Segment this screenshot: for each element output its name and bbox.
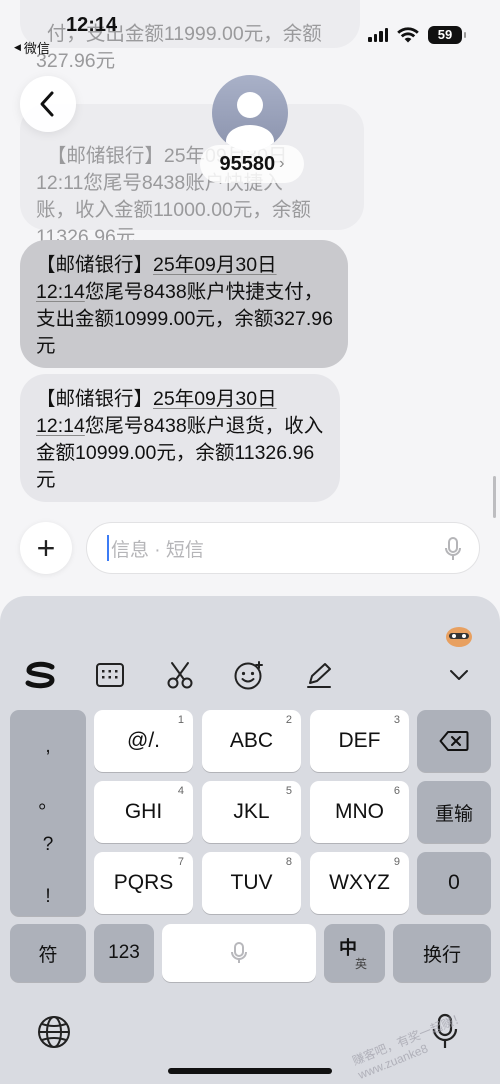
backspace-icon (439, 731, 469, 751)
home-indicator[interactable] (168, 1068, 332, 1074)
keyboard-mascot-icon[interactable] (444, 624, 474, 648)
key-0[interactable]: 0 (417, 852, 491, 914)
key-label: TUV (230, 871, 273, 894)
key-6[interactable]: MNO 6 (310, 781, 409, 843)
key-9[interactable]: WXYZ 9 (310, 852, 409, 914)
chevron-right-icon: › (279, 155, 285, 172)
key-number: 9 (393, 856, 400, 868)
punct-exclaim-key[interactable]: ! (10, 886, 86, 908)
message-input-placeholder: 信息 · 短信 (111, 539, 204, 561)
pen-icon (307, 663, 331, 688)
key-label: JKL (233, 800, 270, 823)
key-8[interactable]: TUV 8 (202, 852, 301, 914)
status-time: 12:14 (66, 14, 118, 36)
message-time-link[interactable]: 12:14 (36, 281, 85, 303)
contact-number: 95580 (219, 152, 276, 175)
scrollbar[interactable] (493, 476, 496, 518)
key-7[interactable]: PQRS 7 (94, 852, 193, 914)
person-icon (226, 92, 274, 151)
dictation-mic-icon[interactable] (445, 536, 461, 562)
cellular-signal-icon (368, 28, 388, 42)
emoji-icon[interactable] (232, 658, 266, 692)
key-number: 6 (393, 785, 400, 797)
bank-name: 【邮储银行】 (36, 254, 154, 276)
chevron-left-icon (40, 91, 54, 117)
key-label: GHI (124, 800, 163, 823)
punctuation-column[interactable]: , 。 ? ! (10, 710, 86, 916)
message-input[interactable]: 信息 · 短信 (86, 522, 480, 574)
bank-name: 【邮储银行】 (36, 388, 154, 410)
message-time-link[interactable]: 12:14 (36, 415, 85, 437)
contact-name-button[interactable]: 95580 › (200, 145, 304, 183)
text-caret (107, 535, 109, 561)
key-label: ABC (229, 729, 274, 752)
sogou-logo-icon[interactable] (24, 658, 58, 692)
back-app-label: 微信 (23, 41, 50, 56)
punct-comma-key[interactable]: , (10, 736, 86, 758)
key-number: 4 (177, 785, 184, 797)
back-to-app[interactable]: ◀ 微信 (14, 38, 50, 57)
plus-icon: + (36, 529, 56, 566)
key-3[interactable]: DEF 3 (310, 710, 409, 772)
scissors-shape (167, 662, 193, 689)
collapse-keyboard-icon[interactable] (442, 658, 476, 692)
key-label: MNO (335, 800, 384, 823)
key-number: 8 (285, 856, 292, 868)
key-number: 5 (285, 785, 292, 797)
back-button[interactable] (20, 76, 76, 132)
symbols-label: 符 (38, 944, 58, 966)
key-2[interactable]: ABC 2 (202, 710, 301, 772)
delete-key[interactable] (417, 710, 491, 772)
scissors-icon[interactable] (163, 658, 197, 692)
lang-sub-label: 英 (355, 957, 368, 971)
key-number: 7 (177, 856, 184, 868)
reenter-label: 重输 (434, 803, 473, 825)
number-switch-key[interactable]: 123 (94, 924, 154, 982)
smiley-face-icon (234, 661, 263, 690)
return-key[interactable]: 换行 (393, 924, 491, 982)
keyboard-layout-icon[interactable] (93, 658, 127, 692)
reenter-key[interactable]: 重输 (417, 781, 491, 843)
wifi-icon (397, 27, 419, 43)
key-label: @/. (127, 729, 160, 752)
punct-question-key[interactable]: ? (10, 834, 86, 856)
back-triangle-icon: ◀ (14, 42, 21, 52)
punct-period-key[interactable]: 。 (10, 787, 86, 814)
message-bubble[interactable]: 【邮储银行】25年09月30日 12:14您尾号8438账户退货，收入金额109… (20, 374, 340, 502)
key-label: 0 (448, 871, 460, 894)
key-4[interactable]: GHI 4 (94, 781, 193, 843)
number-switch-label: 123 (108, 942, 140, 963)
key-label: DEF (338, 729, 381, 752)
space-mic-icon (231, 942, 247, 963)
message-date-link[interactable]: 25年09月30日 (153, 254, 277, 276)
key-number: 1 (177, 714, 184, 726)
message-bubble[interactable]: 【邮储银行】25年09月30日 12:11您尾号8438账户快捷入 账，收入金额… (20, 104, 364, 248)
handwriting-pen-icon[interactable] (302, 658, 336, 692)
keyboard-grid-icon (96, 663, 124, 687)
key-5[interactable]: JKL 5 (202, 781, 301, 843)
add-attachment-button[interactable]: + (20, 522, 72, 574)
globe-shape (38, 1016, 70, 1048)
battery-icon: 59 (428, 26, 466, 44)
globe-icon[interactable] (36, 1014, 72, 1050)
status-icons: 59 (368, 26, 466, 44)
chevron-down-icon (450, 670, 468, 680)
key-number: 3 (393, 714, 400, 726)
space-key[interactable] (162, 924, 316, 982)
message-bubble-selected[interactable]: 【邮储银行】25年09月30日 12:14您尾号8438账户快捷支付，支出金额1… (20, 240, 348, 368)
key-1[interactable]: @/. 1 (94, 710, 193, 772)
return-label: 换行 (422, 944, 461, 966)
key-number: 2 (285, 714, 292, 726)
message-date-link[interactable]: 25年09月30日 (153, 388, 277, 410)
language-switch-key[interactable]: 中 英 (324, 924, 385, 982)
sogou-s-icon (25, 661, 55, 689)
key-label: PQRS (113, 871, 174, 894)
key-label: WXYZ (329, 871, 390, 894)
contact-avatar[interactable] (212, 75, 288, 151)
symbols-key[interactable]: 符 (10, 924, 86, 982)
